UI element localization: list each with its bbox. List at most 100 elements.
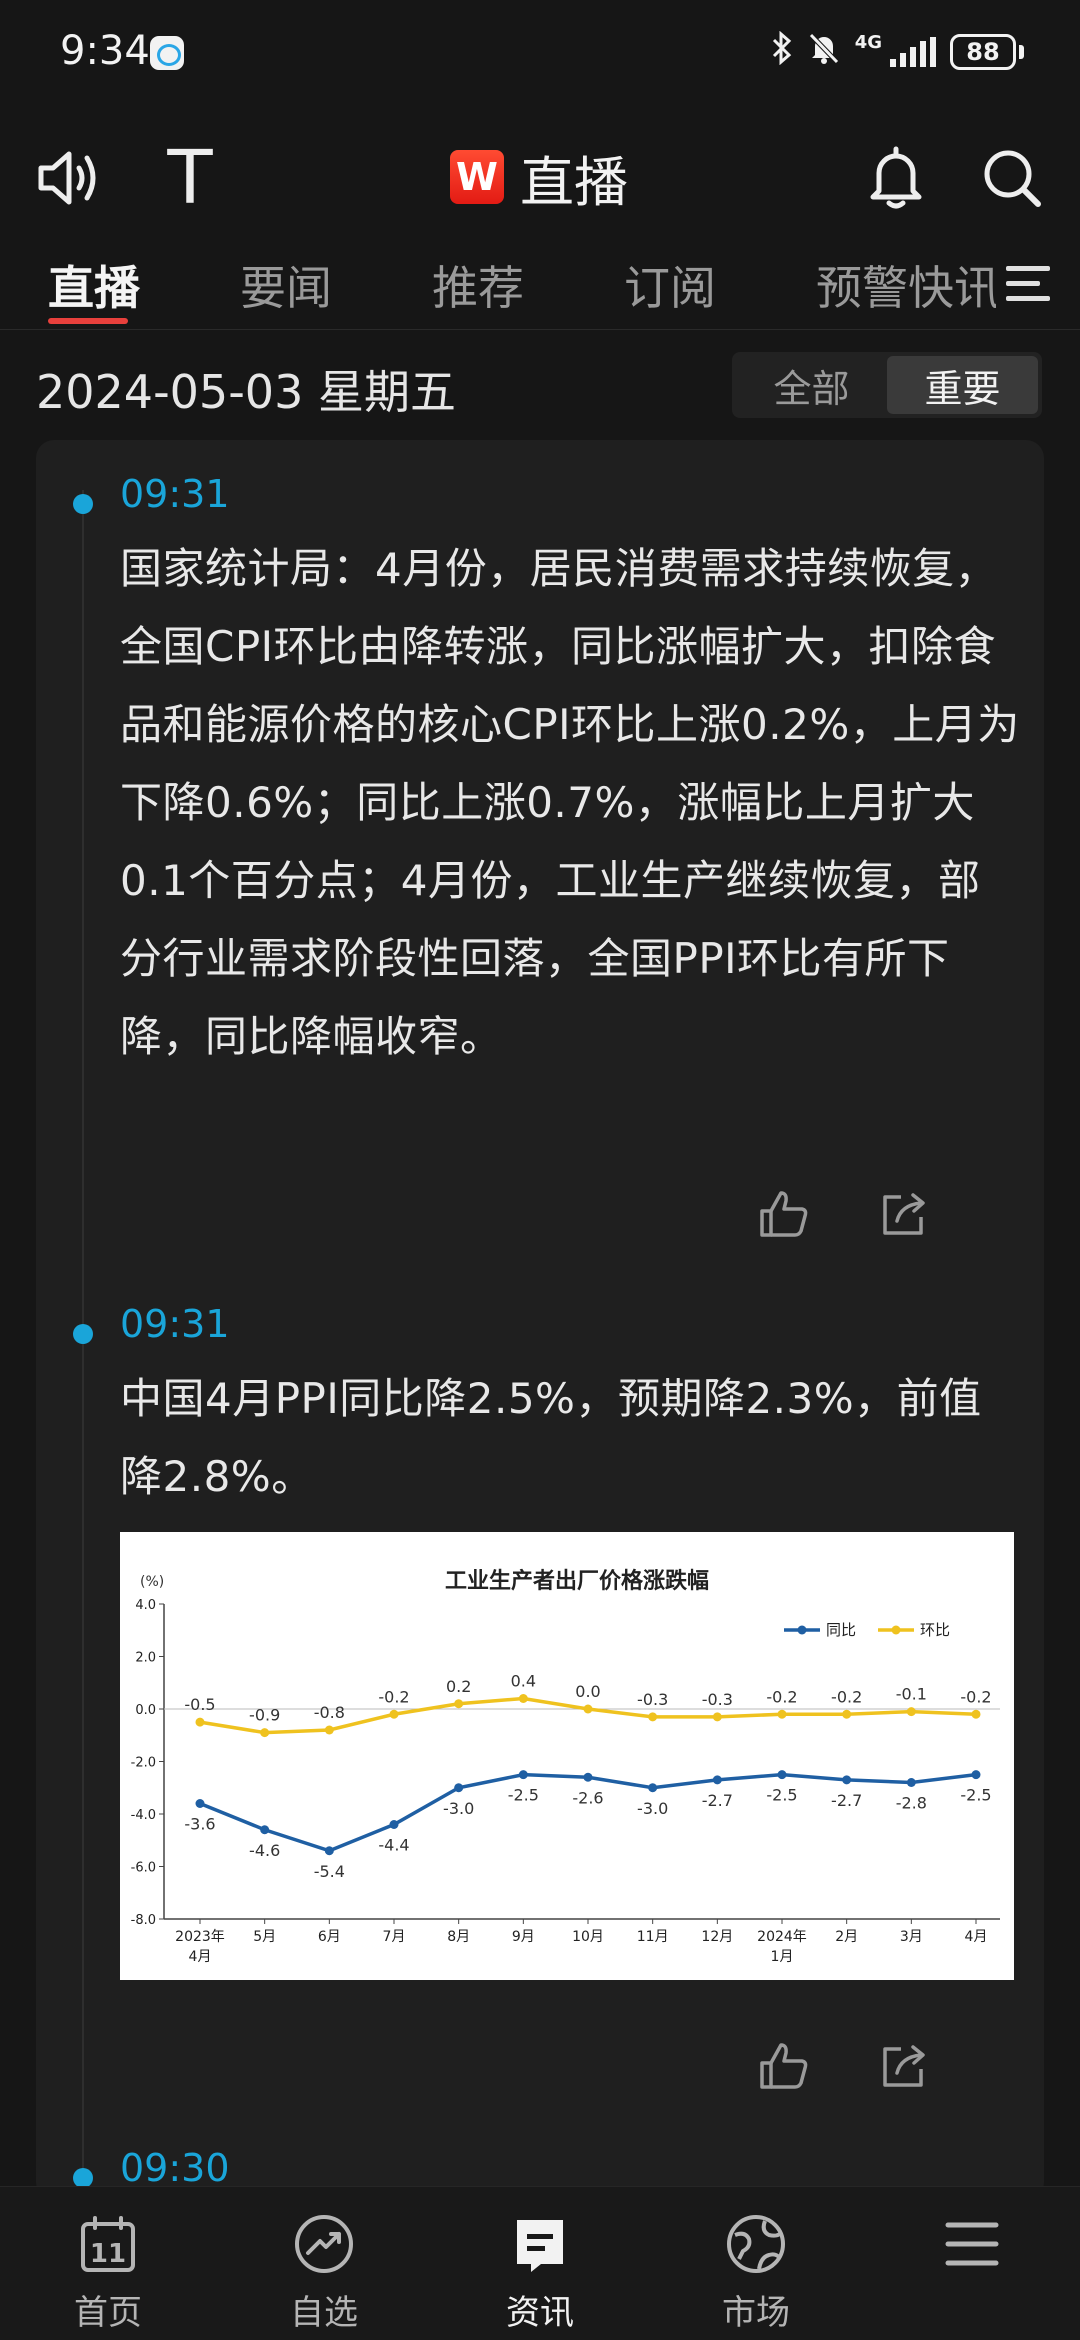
data-point	[842, 1775, 852, 1785]
nav-home[interactable]: 11 首页	[0, 2187, 216, 2340]
x-tick-label: 3月	[900, 1929, 923, 1945]
x-tick-label: 1月	[771, 1949, 794, 1965]
data-label: -0.2	[831, 1687, 862, 1706]
legend-label: 同比	[826, 1621, 856, 1639]
y-tick-label: -8.0	[131, 1913, 156, 1928]
data-point	[971, 1709, 981, 1719]
data-point	[454, 1783, 464, 1793]
data-point	[583, 1772, 593, 1782]
nav-news[interactable]: 资讯	[432, 2187, 648, 2340]
data-point	[648, 1712, 658, 1722]
x-tick-label: 4月	[965, 1929, 988, 1945]
bottom-nav: 11 首页 自选 资讯 市场	[0, 2186, 1080, 2340]
entry-text: 国家统计局：4月份，居民消费需求持续恢复，全国CPI环比由降转涨，同比涨幅扩大，…	[120, 544, 1020, 1061]
ppi-chart[interactable]: 工业生产者出厂价格涨跌幅 (%) 4.0 2.0 0.0 -2.0 -4.0 -6.0 -8.0…	[120, 1532, 1014, 1980]
data-point	[324, 1846, 334, 1856]
timeline-dot	[73, 1324, 93, 1344]
data-point	[971, 1770, 981, 1780]
data-point	[260, 1825, 270, 1835]
filter-all-button[interactable]: 全部	[736, 356, 887, 414]
data-label: -2.8	[896, 1794, 927, 1813]
data-label: -2.7	[831, 1791, 862, 1810]
data-label: -2.5	[766, 1786, 797, 1805]
x-tick-label: 5月	[253, 1929, 276, 1945]
x-tick-label: 8月	[447, 1929, 470, 1945]
data-point	[777, 1709, 787, 1719]
bell-icon[interactable]	[856, 138, 936, 218]
data-label: -3.6	[184, 1815, 215, 1834]
filter-important-button[interactable]: 重要	[887, 356, 1038, 414]
data-label: -2.7	[702, 1791, 733, 1810]
top-bar: T W 直播	[0, 120, 1080, 230]
x-tick-label: 2024年	[757, 1929, 807, 1945]
data-point	[712, 1712, 722, 1722]
data-label: -4.6	[249, 1841, 280, 1860]
active-tab-indicator	[48, 318, 128, 324]
timeline-dot	[73, 2168, 93, 2188]
data-point	[777, 1770, 787, 1780]
entry-text: 中国4月PPI同比降2.5%，预期降2.3%，前值降2.8%。	[120, 1374, 982, 1501]
data-label: -5.4	[314, 1862, 345, 1881]
entry-time: 09:31	[120, 472, 230, 516]
data-label: -0.5	[184, 1695, 215, 1714]
app-root: 9:34 4G 88 T W 直播 直播 要闻 推荐 订阅 预警快讯 2024-…	[0, 0, 1080, 2340]
share-icon[interactable]	[874, 1184, 934, 1244]
globe-icon	[721, 2209, 791, 2279]
news-icon	[505, 2209, 575, 2279]
data-label: -0.3	[637, 1690, 668, 1709]
data-label: -0.8	[314, 1703, 345, 1722]
chart-background	[120, 1532, 1014, 1980]
y-tick-label: 0.0	[135, 1703, 156, 1718]
text-size-icon: T	[167, 135, 213, 221]
status-bar: 9:34 4G 88	[0, 0, 1080, 100]
like-icon[interactable]	[754, 2036, 814, 2096]
x-tick-label: 2023年	[175, 1929, 225, 1945]
nav-market[interactable]: 市场	[648, 2187, 864, 2340]
nav-label: 首页	[74, 2293, 142, 2333]
data-point	[389, 1820, 399, 1829]
y-tick-label: -6.0	[131, 1861, 156, 1876]
nav-label: 自选	[290, 2293, 358, 2333]
entry-time: 09:30	[120, 2146, 230, 2190]
entry-actions	[754, 1184, 934, 1244]
chart-title: 工业生产者出厂价格涨跌幅	[445, 1568, 709, 1594]
legend-label: 环比	[920, 1621, 950, 1639]
notification-app-icon	[150, 36, 184, 70]
data-point	[389, 1709, 399, 1719]
ppi-chart-svg: 工业生产者出厂价格涨跌幅 (%) 4.0 2.0 0.0 -2.0 -4.0 -6.0 -8.0…	[120, 1532, 1014, 1980]
tab-headlines[interactable]: 要闻	[240, 252, 332, 318]
tab-live[interactable]: 直播	[48, 252, 140, 318]
x-tick-label: 9月	[512, 1929, 535, 1945]
entry-time: 09:31	[120, 1302, 230, 1346]
data-label: 0.0	[575, 1682, 600, 1701]
page-title-text: 直播	[520, 150, 628, 214]
live-feed: 09:31 国家统计局：4月份，居民消费需求持续恢复，全国CPI环比由降转涨，同…	[36, 440, 1044, 2200]
search-icon[interactable]	[972, 138, 1052, 218]
brand-logo: W	[450, 150, 504, 204]
data-point	[518, 1770, 528, 1780]
legend-marker	[797, 1625, 807, 1635]
tab-alerts[interactable]: 预警快讯	[816, 252, 996, 318]
date-row: 2024-05-03 星期五 全部 重要	[0, 340, 1080, 430]
tab-recommended[interactable]: 推荐	[432, 252, 524, 318]
text-size-button[interactable]: T	[150, 138, 230, 218]
nav-more[interactable]	[864, 2187, 1080, 2340]
speaker-icon[interactable]	[30, 138, 110, 218]
status-icons: 4G 88	[771, 30, 1024, 74]
like-icon[interactable]	[754, 1184, 814, 1244]
nav-watchlist[interactable]: 自选	[216, 2187, 432, 2340]
data-label: -0.2	[766, 1687, 797, 1706]
tabs-menu-icon[interactable]	[1006, 264, 1050, 304]
data-point	[195, 1717, 205, 1727]
nav-label: 市场	[722, 2293, 790, 2333]
data-label: -0.2	[378, 1687, 409, 1706]
tab-subscriptions[interactable]: 订阅	[624, 252, 716, 318]
page-title: W 直播	[450, 142, 628, 214]
data-label: -2.5	[960, 1786, 991, 1805]
data-label: 0.4	[511, 1672, 536, 1691]
calendar-icon: 11	[73, 2209, 143, 2279]
calendar-day: 11	[90, 2239, 126, 2269]
share-icon[interactable]	[874, 2036, 934, 2096]
x-tick-label: 7月	[383, 1929, 406, 1945]
x-tick-label: 12月	[701, 1929, 733, 1945]
